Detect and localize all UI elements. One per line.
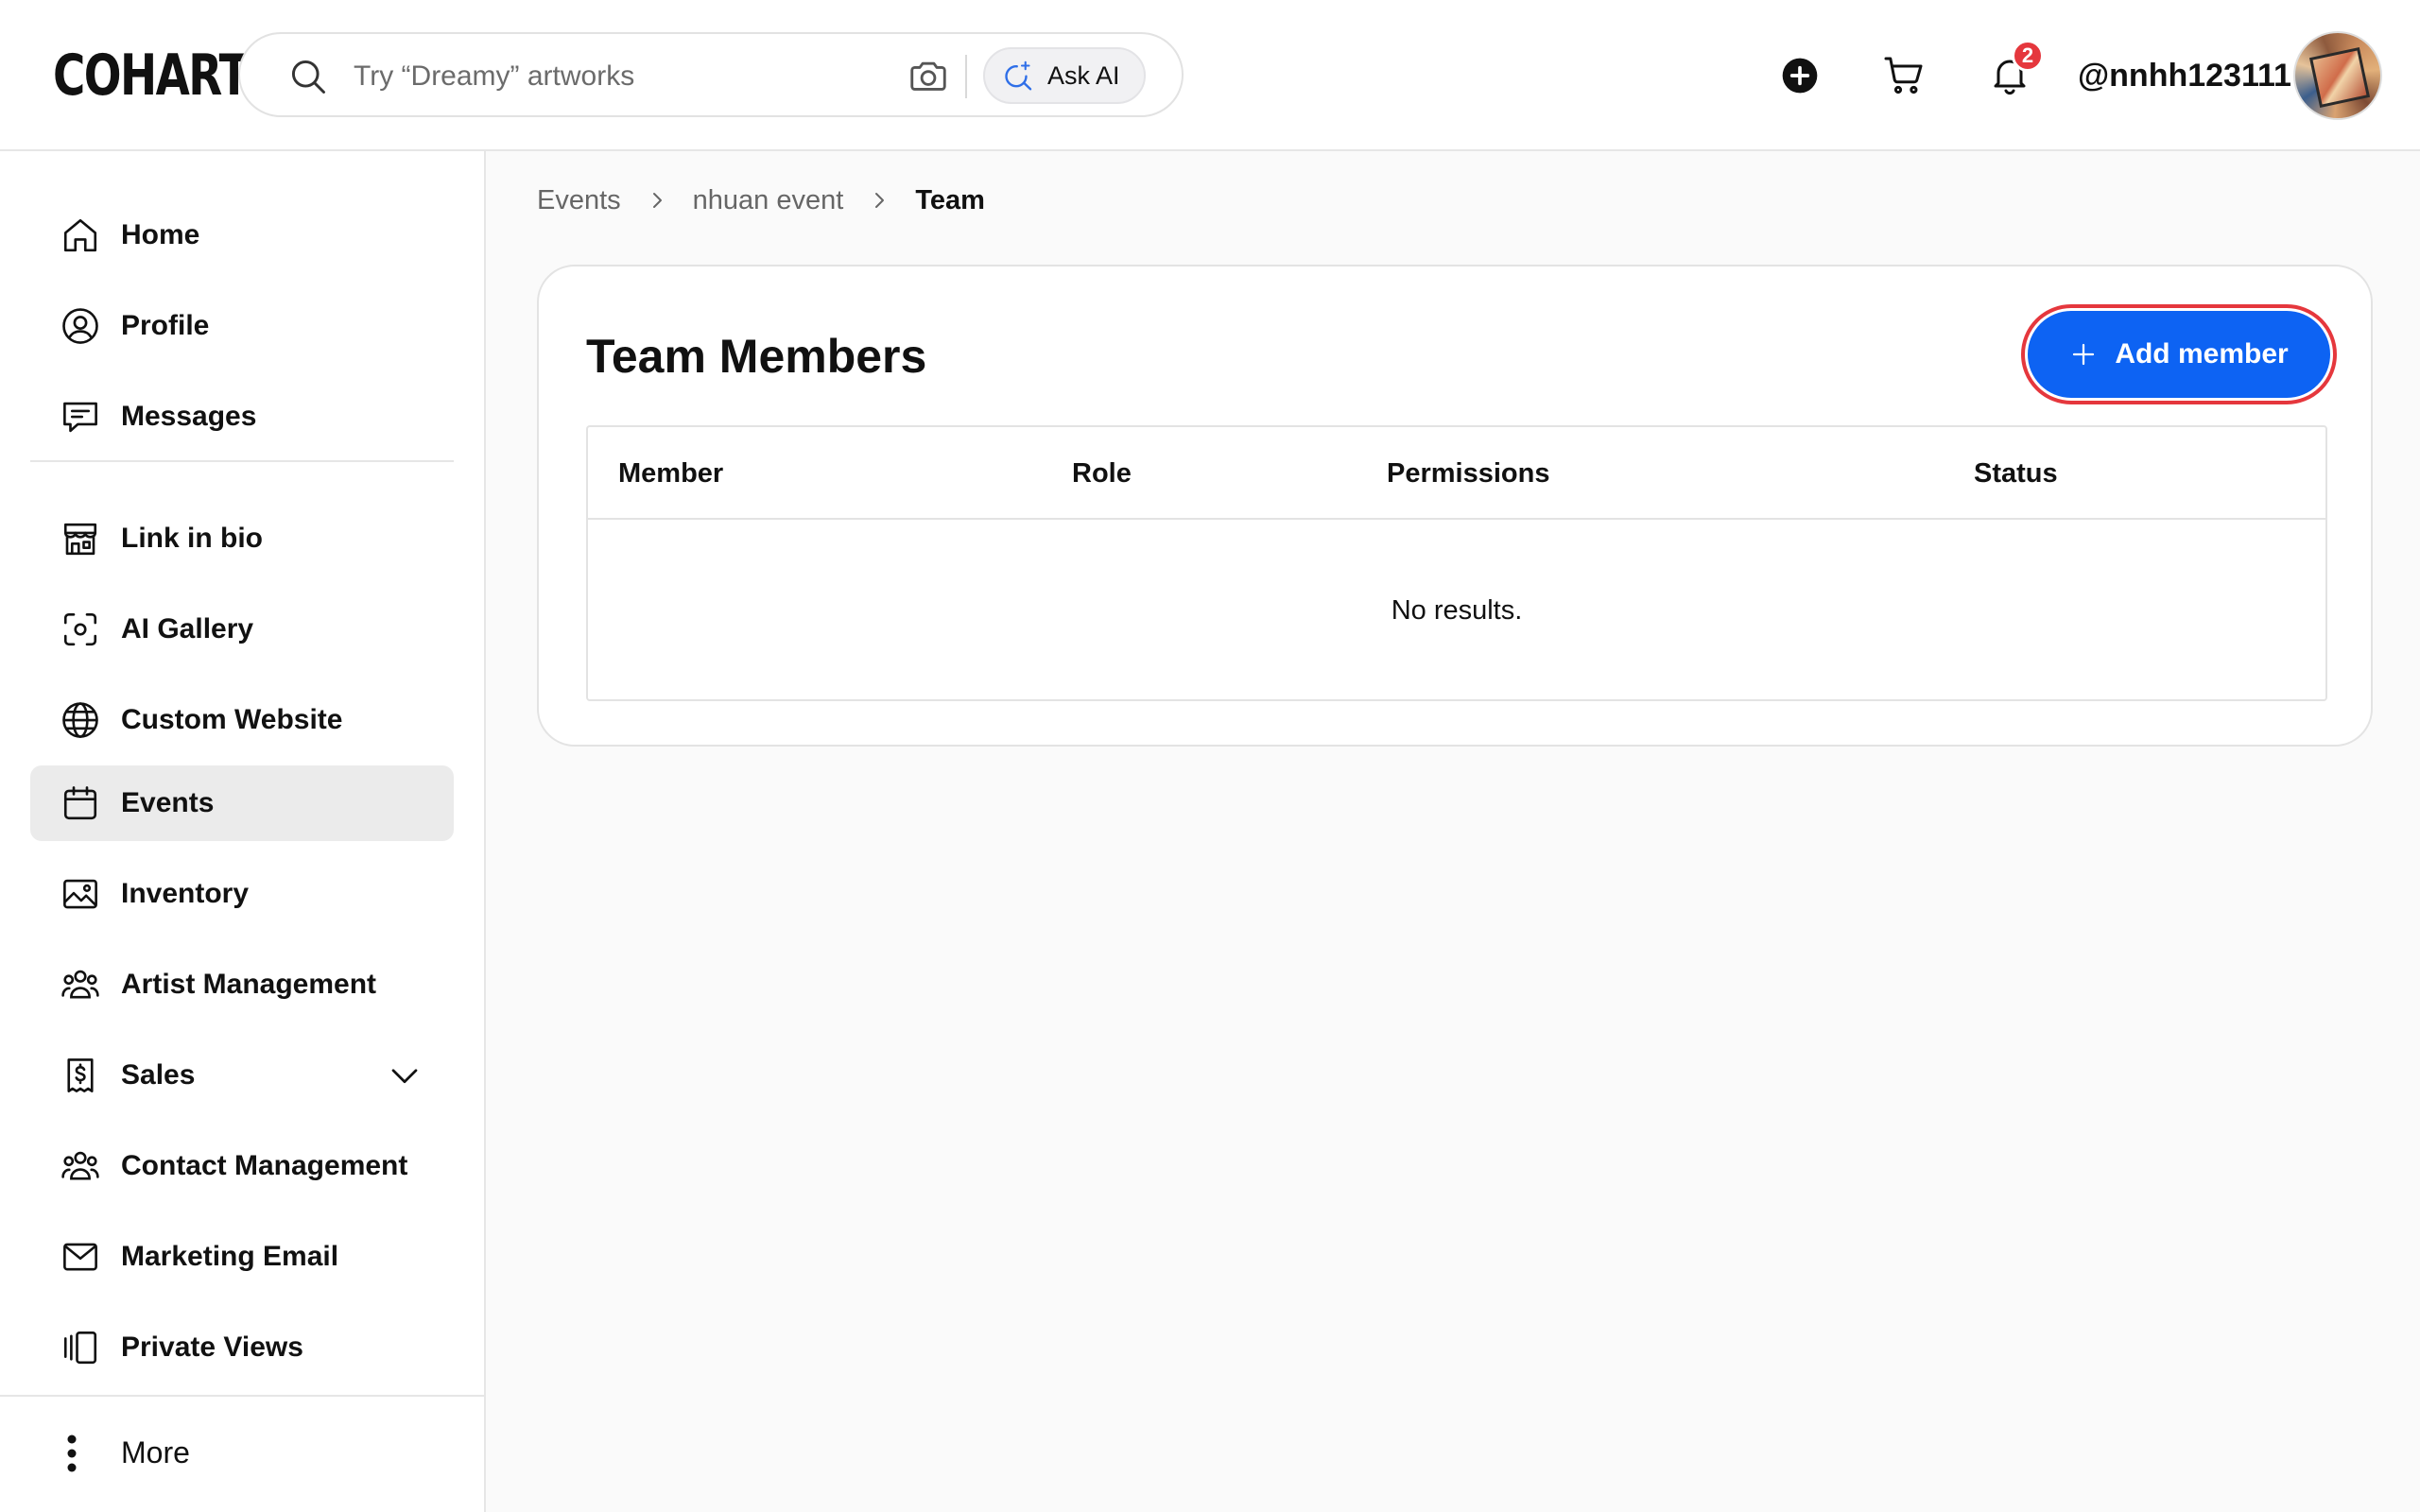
- scan-icon: [63, 612, 97, 646]
- chevron-right-icon: [875, 193, 885, 208]
- sidebar-divider: [0, 1395, 486, 1397]
- add-member-button[interactable]: Add member: [2028, 311, 2330, 398]
- sidebar-item-events[interactable]: Events: [30, 765, 454, 841]
- users-icon: [61, 970, 99, 999]
- user-circle-icon: [62, 308, 98, 344]
- sidebar-item-label: Custom Website: [121, 704, 343, 735]
- sidebar-item-marketing-email[interactable]: Marketing Email: [30, 1219, 454, 1295]
- sidebar-item-ai-gallery[interactable]: AI Gallery: [30, 592, 454, 667]
- sidebar: Home Profile Messages Link in bio AI Gal…: [0, 151, 486, 1512]
- column-header-status: Status: [1974, 458, 2058, 489]
- sidebar-item-label: Home: [121, 219, 200, 250]
- home-icon: [63, 218, 97, 252]
- mail-icon: [63, 1243, 97, 1271]
- ask-ai-label: Ask AI: [1047, 60, 1120, 90]
- plus-icon: [2073, 343, 2095, 366]
- sidebar-item-label: AI Gallery: [121, 613, 254, 644]
- column-header-permissions: Permissions: [1387, 458, 1550, 489]
- sidebar-item-label: Artist Management: [121, 969, 377, 1000]
- cohart-logo[interactable]: COHART: [53, 42, 250, 110]
- users-icon: [61, 1151, 99, 1180]
- sidebar-item-sales[interactable]: Sales: [30, 1038, 454, 1113]
- more-button[interactable]: More: [30, 1415, 454, 1490]
- search-bar[interactable]: Ask AI: [238, 32, 1184, 117]
- sidebar-item-label: Inventory: [121, 878, 250, 909]
- message-icon: [63, 402, 97, 433]
- breadcrumb-current: Team: [915, 184, 985, 215]
- avatar[interactable]: [2293, 31, 2382, 120]
- top-header: COHART Ask AI 2 @nnhh123111: [0, 0, 2420, 151]
- column-header-member: Member: [618, 458, 724, 489]
- sidebar-item-label: Marketing Email: [121, 1241, 339, 1272]
- breadcrumb-event[interactable]: nhuan event: [693, 185, 844, 216]
- globe-icon: [62, 702, 98, 738]
- breadcrumb: Events nhuan event Team: [537, 181, 985, 219]
- sidebar-item-private-views[interactable]: Private Views: [30, 1310, 454, 1385]
- ai-sparkle-icon: [1005, 60, 1032, 91]
- table-header: Member Role Permissions Status: [588, 427, 2325, 520]
- sidebar-item-inventory[interactable]: Inventory: [30, 856, 454, 932]
- storefront-icon: [63, 523, 97, 556]
- more-vertical-icon: [67, 1435, 77, 1472]
- sidebar-item-label: Profile: [121, 310, 210, 341]
- username[interactable]: @nnhh123111: [2078, 53, 2291, 98]
- image-icon: [63, 879, 97, 909]
- sidebar-item-home[interactable]: Home: [30, 198, 454, 273]
- search-divider: [965, 55, 967, 98]
- camera-icon[interactable]: [907, 55, 950, 98]
- sidebar-divider: [30, 460, 454, 462]
- calendar-icon: [63, 786, 97, 820]
- add-member-label: Add member: [2115, 338, 2289, 369]
- more-label: More: [121, 1435, 190, 1469]
- search-icon: [291, 60, 325, 94]
- notification-badge: 2: [2012, 40, 2044, 72]
- sidebar-item-label: Sales: [121, 1059, 196, 1091]
- sidebar-item-messages[interactable]: Messages: [30, 379, 454, 455]
- receipt-dollar-icon: [67, 1058, 94, 1092]
- sidebar-item-label: Messages: [121, 401, 257, 432]
- create-plus-icon[interactable]: [1781, 57, 1819, 94]
- sidebar-item-label: Contact Management: [121, 1150, 408, 1181]
- sidebar-item-label: Private Views: [121, 1332, 303, 1363]
- chevron-right-icon: [652, 193, 662, 208]
- empty-state: No results.: [1391, 595, 1523, 626]
- sidebar-item-profile[interactable]: Profile: [30, 288, 454, 364]
- sidebar-item-label: Link in bio: [121, 523, 263, 554]
- team-members-table: Member Role Permissions Status No result…: [586, 425, 2327, 701]
- page-title: Team Members: [586, 330, 927, 383]
- chevron-down-icon[interactable]: [388, 1058, 422, 1092]
- team-members-card: Team Members Add member Member Role Perm…: [537, 265, 2373, 747]
- sidebar-item-link-in-bio[interactable]: Link in bio: [30, 501, 454, 576]
- gallery-view-icon: [63, 1331, 97, 1365]
- column-header-role: Role: [1072, 458, 1132, 489]
- cart-icon[interactable]: [1881, 52, 1927, 97]
- sidebar-item-contact-management[interactable]: Contact Management: [30, 1128, 454, 1204]
- sidebar-item-custom-website[interactable]: Custom Website: [30, 682, 454, 758]
- sidebar-item-artist-management[interactable]: Artist Management: [30, 947, 454, 1022]
- ask-ai-button[interactable]: Ask AI: [983, 47, 1146, 104]
- breadcrumb-events[interactable]: Events: [537, 185, 621, 216]
- sidebar-item-label: Events: [121, 787, 215, 818]
